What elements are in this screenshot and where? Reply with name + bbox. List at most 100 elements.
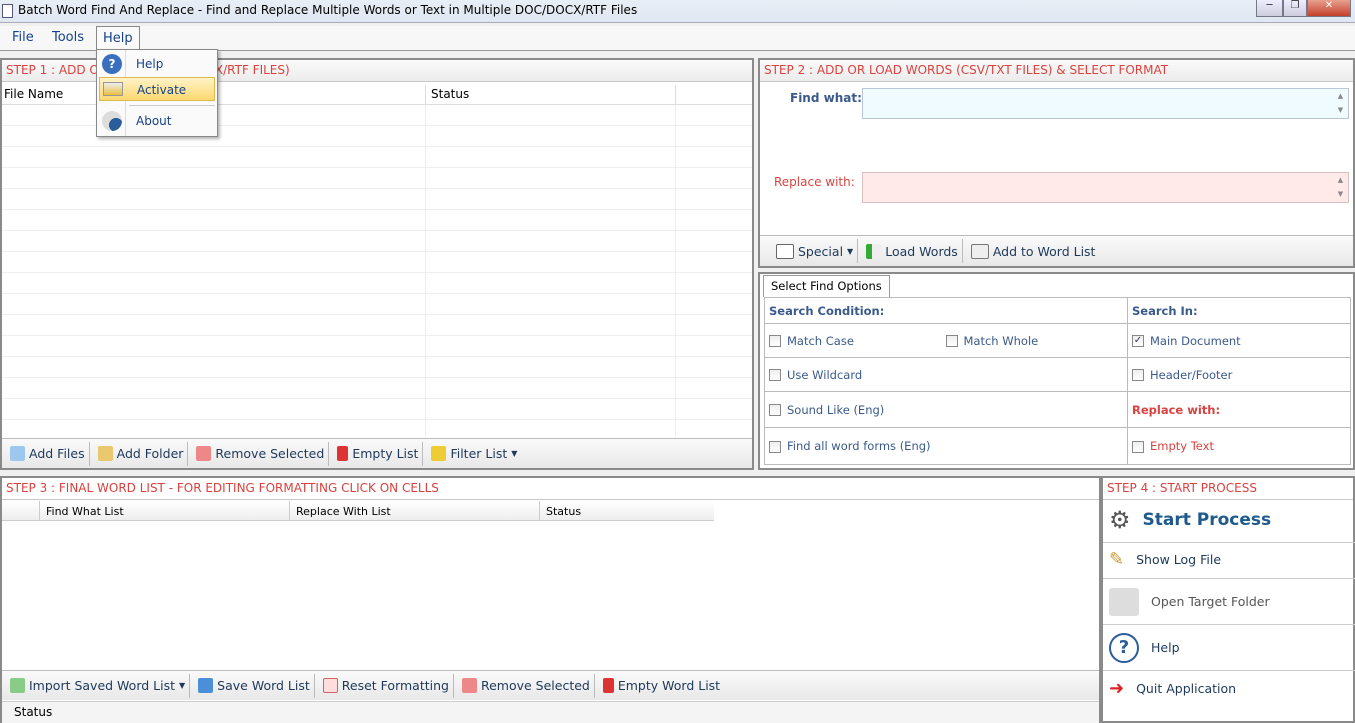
find-what-label: Find what: xyxy=(790,91,862,105)
label: Header/Footer xyxy=(1150,367,1233,382)
remove-selected-words-button[interactable]: Remove Selected xyxy=(458,673,595,698)
label: Sound Like (Eng) xyxy=(787,402,885,417)
app-icon xyxy=(2,4,13,18)
checkbox[interactable] xyxy=(945,335,958,347)
find-scrollbar[interactable]: ▲ ▼ xyxy=(1333,89,1348,118)
label: Match Whole xyxy=(963,333,1039,348)
step1-title-left: STEP 1 : ADD O xyxy=(6,63,99,77)
col-file-name[interactable]: File Name xyxy=(4,87,63,101)
label: Help xyxy=(136,57,164,71)
empty-list-button[interactable]: Empty List xyxy=(333,441,424,466)
help-icon: ? xyxy=(1109,632,1139,663)
filter-list-button[interactable]: Filter List ▼ xyxy=(427,442,521,466)
checkbox[interactable] xyxy=(769,369,781,381)
col-replace-with[interactable]: Replace With List xyxy=(296,505,391,518)
find-options-panel: Select Find Options Search Condition: Sea… xyxy=(758,272,1355,470)
menu-item-about[interactable]: About xyxy=(99,109,215,133)
step2-header: STEP 2 : ADD OR LOAD WORDS (CSV/TXT FILE… xyxy=(760,60,1353,82)
checkbox[interactable] xyxy=(1132,369,1144,381)
minimize-button[interactable]: ─ xyxy=(1256,0,1283,17)
files-grid[interactable] xyxy=(2,105,752,437)
start-process-button[interactable]: ⚙ Start Process xyxy=(1103,497,1355,543)
word-forms-checkbox[interactable]: Find all word forms (Eng) xyxy=(764,427,1128,465)
reset-icon xyxy=(322,678,338,693)
replace-with-input[interactable]: ▲ ▼ xyxy=(862,172,1349,203)
label: Reset Formatting xyxy=(341,678,449,693)
step2-panel: STEP 2 : ADD OR LOAD WORDS (CSV/TXT FILE… xyxy=(758,58,1355,268)
menu-item-activate[interactable]: Activate xyxy=(99,77,215,101)
open-target-folder-button[interactable]: Open Target Folder xyxy=(1103,579,1355,625)
save-word-list-button[interactable]: Save Word List xyxy=(194,673,315,698)
reset-formatting-button[interactable]: Reset Formatting xyxy=(319,673,454,698)
label: Main Document xyxy=(1150,333,1241,348)
match-case-checkbox[interactable]: Match Case xyxy=(769,334,854,348)
label: Special xyxy=(798,243,844,259)
import-word-list-button[interactable]: Import Saved Word List ▼ xyxy=(6,673,191,698)
quit-button[interactable]: ➜ Quit Application xyxy=(1103,668,1355,708)
checkbox[interactable] xyxy=(1132,440,1144,453)
show-log-button[interactable]: ✎ Show Log File xyxy=(1103,540,1355,579)
find-what-input[interactable]: ▲ ▼ xyxy=(862,88,1349,119)
add-to-word-list-button[interactable]: Add to Word List xyxy=(967,239,1100,263)
label: Show Log File xyxy=(1136,551,1222,567)
remove-icon xyxy=(461,678,477,693)
trash-icon xyxy=(337,446,349,461)
help-button[interactable]: ? Help xyxy=(1103,625,1355,671)
label: Import Saved Word List xyxy=(29,678,176,693)
add-file-icon xyxy=(10,446,25,461)
search-condition-label: Search Condition: xyxy=(764,297,1128,324)
info-icon xyxy=(102,111,122,131)
match-whole-checkbox[interactable]: Match Whole xyxy=(945,333,1039,348)
remove-selected-button[interactable]: Remove Selected xyxy=(192,441,330,466)
load-words-button[interactable]: Load Words xyxy=(862,239,963,263)
header-footer-checkbox[interactable]: Header/Footer xyxy=(1127,357,1351,392)
checkbox-checked[interactable]: ✓ xyxy=(1132,335,1144,347)
col-find-what[interactable]: Find What List xyxy=(46,505,124,518)
special-icon xyxy=(776,243,794,259)
main-document-checkbox[interactable]: ✓ Main Document xyxy=(1127,323,1351,358)
gears-icon: ⚙ xyxy=(1109,505,1131,534)
remove-icon xyxy=(196,446,212,461)
lock-icon xyxy=(103,82,123,96)
checkbox[interactable] xyxy=(769,404,781,416)
add-folder-button[interactable]: Add Folder xyxy=(94,441,189,466)
folder-icon xyxy=(1109,587,1139,616)
sound-like-checkbox[interactable]: Sound Like (Eng) xyxy=(764,391,1128,428)
word-list-header: Find What List Replace With List Status xyxy=(2,501,714,521)
step3-header: STEP 3 : FINAL WORD LIST - FOR EDITING F… xyxy=(2,478,1099,500)
title-bar: Batch Word Find And Replace - Find and R… xyxy=(0,0,1355,23)
import-icon xyxy=(10,678,25,693)
empty-text-checkbox[interactable]: Empty Text xyxy=(1127,427,1351,465)
log-icon: ✎ xyxy=(1109,548,1125,570)
word-list-grid[interactable] xyxy=(2,522,1099,670)
menu-item-help[interactable]: ? Help xyxy=(99,52,215,76)
load-icon xyxy=(866,243,882,259)
checkbox[interactable] xyxy=(769,335,781,347)
help-menu-dropdown: ? Help Activate About xyxy=(96,49,218,137)
add-files-button[interactable]: Add Files xyxy=(6,441,90,466)
replace-scrollbar[interactable]: ▲ ▼ xyxy=(1333,173,1348,202)
menu-help[interactable]: Help xyxy=(96,26,140,50)
menu-bar: File Tools Help xyxy=(0,26,1355,51)
empty-word-list-button[interactable]: Empty Word List xyxy=(599,674,724,698)
tab-select-find-options[interactable]: Select Find Options xyxy=(763,275,890,297)
label: Empty Text xyxy=(1150,439,1214,453)
label: Help xyxy=(1151,640,1180,655)
maximize-button[interactable]: ❐ xyxy=(1283,0,1307,17)
special-button[interactable]: Special ▼ xyxy=(772,239,859,263)
label: Load Words xyxy=(885,243,958,259)
menu-file[interactable]: File xyxy=(6,30,40,45)
label: About xyxy=(136,114,172,128)
save-icon xyxy=(198,678,214,693)
col-status[interactable]: Status xyxy=(431,87,469,101)
checkbox[interactable] xyxy=(769,440,781,453)
col-status[interactable]: Status xyxy=(546,505,581,518)
close-button[interactable]: ✕ xyxy=(1307,0,1351,17)
label: Empty List xyxy=(352,446,419,461)
use-wildcard-checkbox[interactable]: Use Wildcard xyxy=(764,357,1128,392)
label: Find all word forms (Eng) xyxy=(787,439,931,453)
label: Add Folder xyxy=(116,446,184,461)
menu-tools[interactable]: Tools xyxy=(46,30,90,45)
status-bar: Status xyxy=(2,701,1099,723)
search-in-label: Search In: xyxy=(1127,297,1351,324)
